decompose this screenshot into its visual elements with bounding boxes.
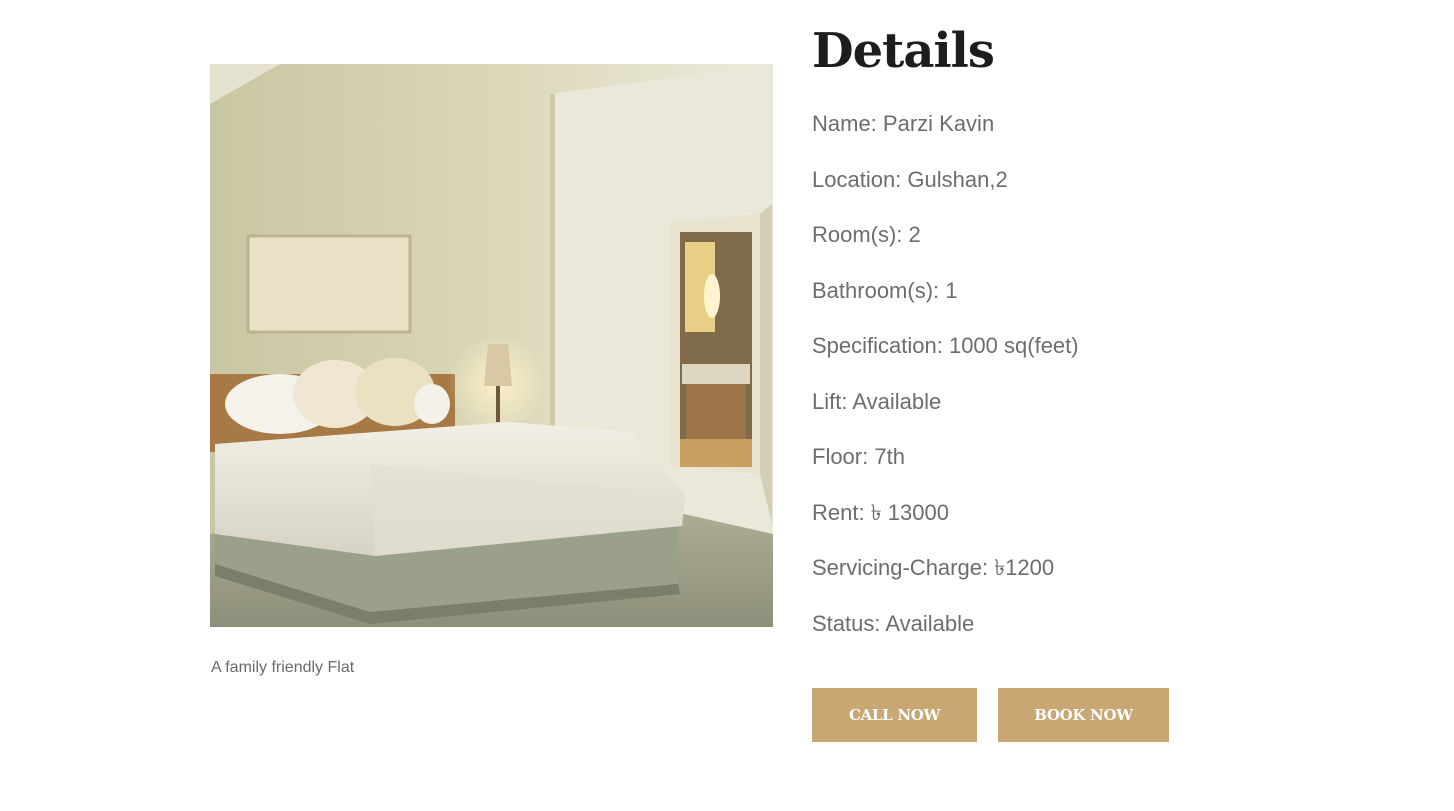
photo-caption: A family friendly Flat xyxy=(211,659,355,676)
detail-rooms: Room(s): 2 xyxy=(812,222,921,247)
detail-servicing-charge: Servicing-Charge: ৳1200 xyxy=(812,555,1055,580)
details-list: Name: Parzi Kavin Location: Gulshan,2 Ro… xyxy=(812,110,1079,665)
detail-location: Location: Gulshan,2 xyxy=(812,166,1008,192)
call-now-button[interactable]: CALL NOW xyxy=(812,688,977,742)
book-now-button[interactable]: BOOK NOW xyxy=(998,688,1169,742)
detail-status: Status: Available xyxy=(812,610,975,636)
detail-specification: Specification: 1000 sq(feet) xyxy=(812,333,1079,358)
detail-floor: Floor: 7th xyxy=(812,444,905,469)
detail-name: Name: Parzi Kavin xyxy=(812,111,995,136)
detail-lift: Lift: Available xyxy=(812,388,942,414)
details-heading: Details xyxy=(812,23,995,79)
detail-rent: Rent: ৳ 13000 xyxy=(812,499,949,525)
property-photo xyxy=(210,64,773,627)
detail-bathrooms: Bathroom(s): 1 xyxy=(812,277,958,303)
